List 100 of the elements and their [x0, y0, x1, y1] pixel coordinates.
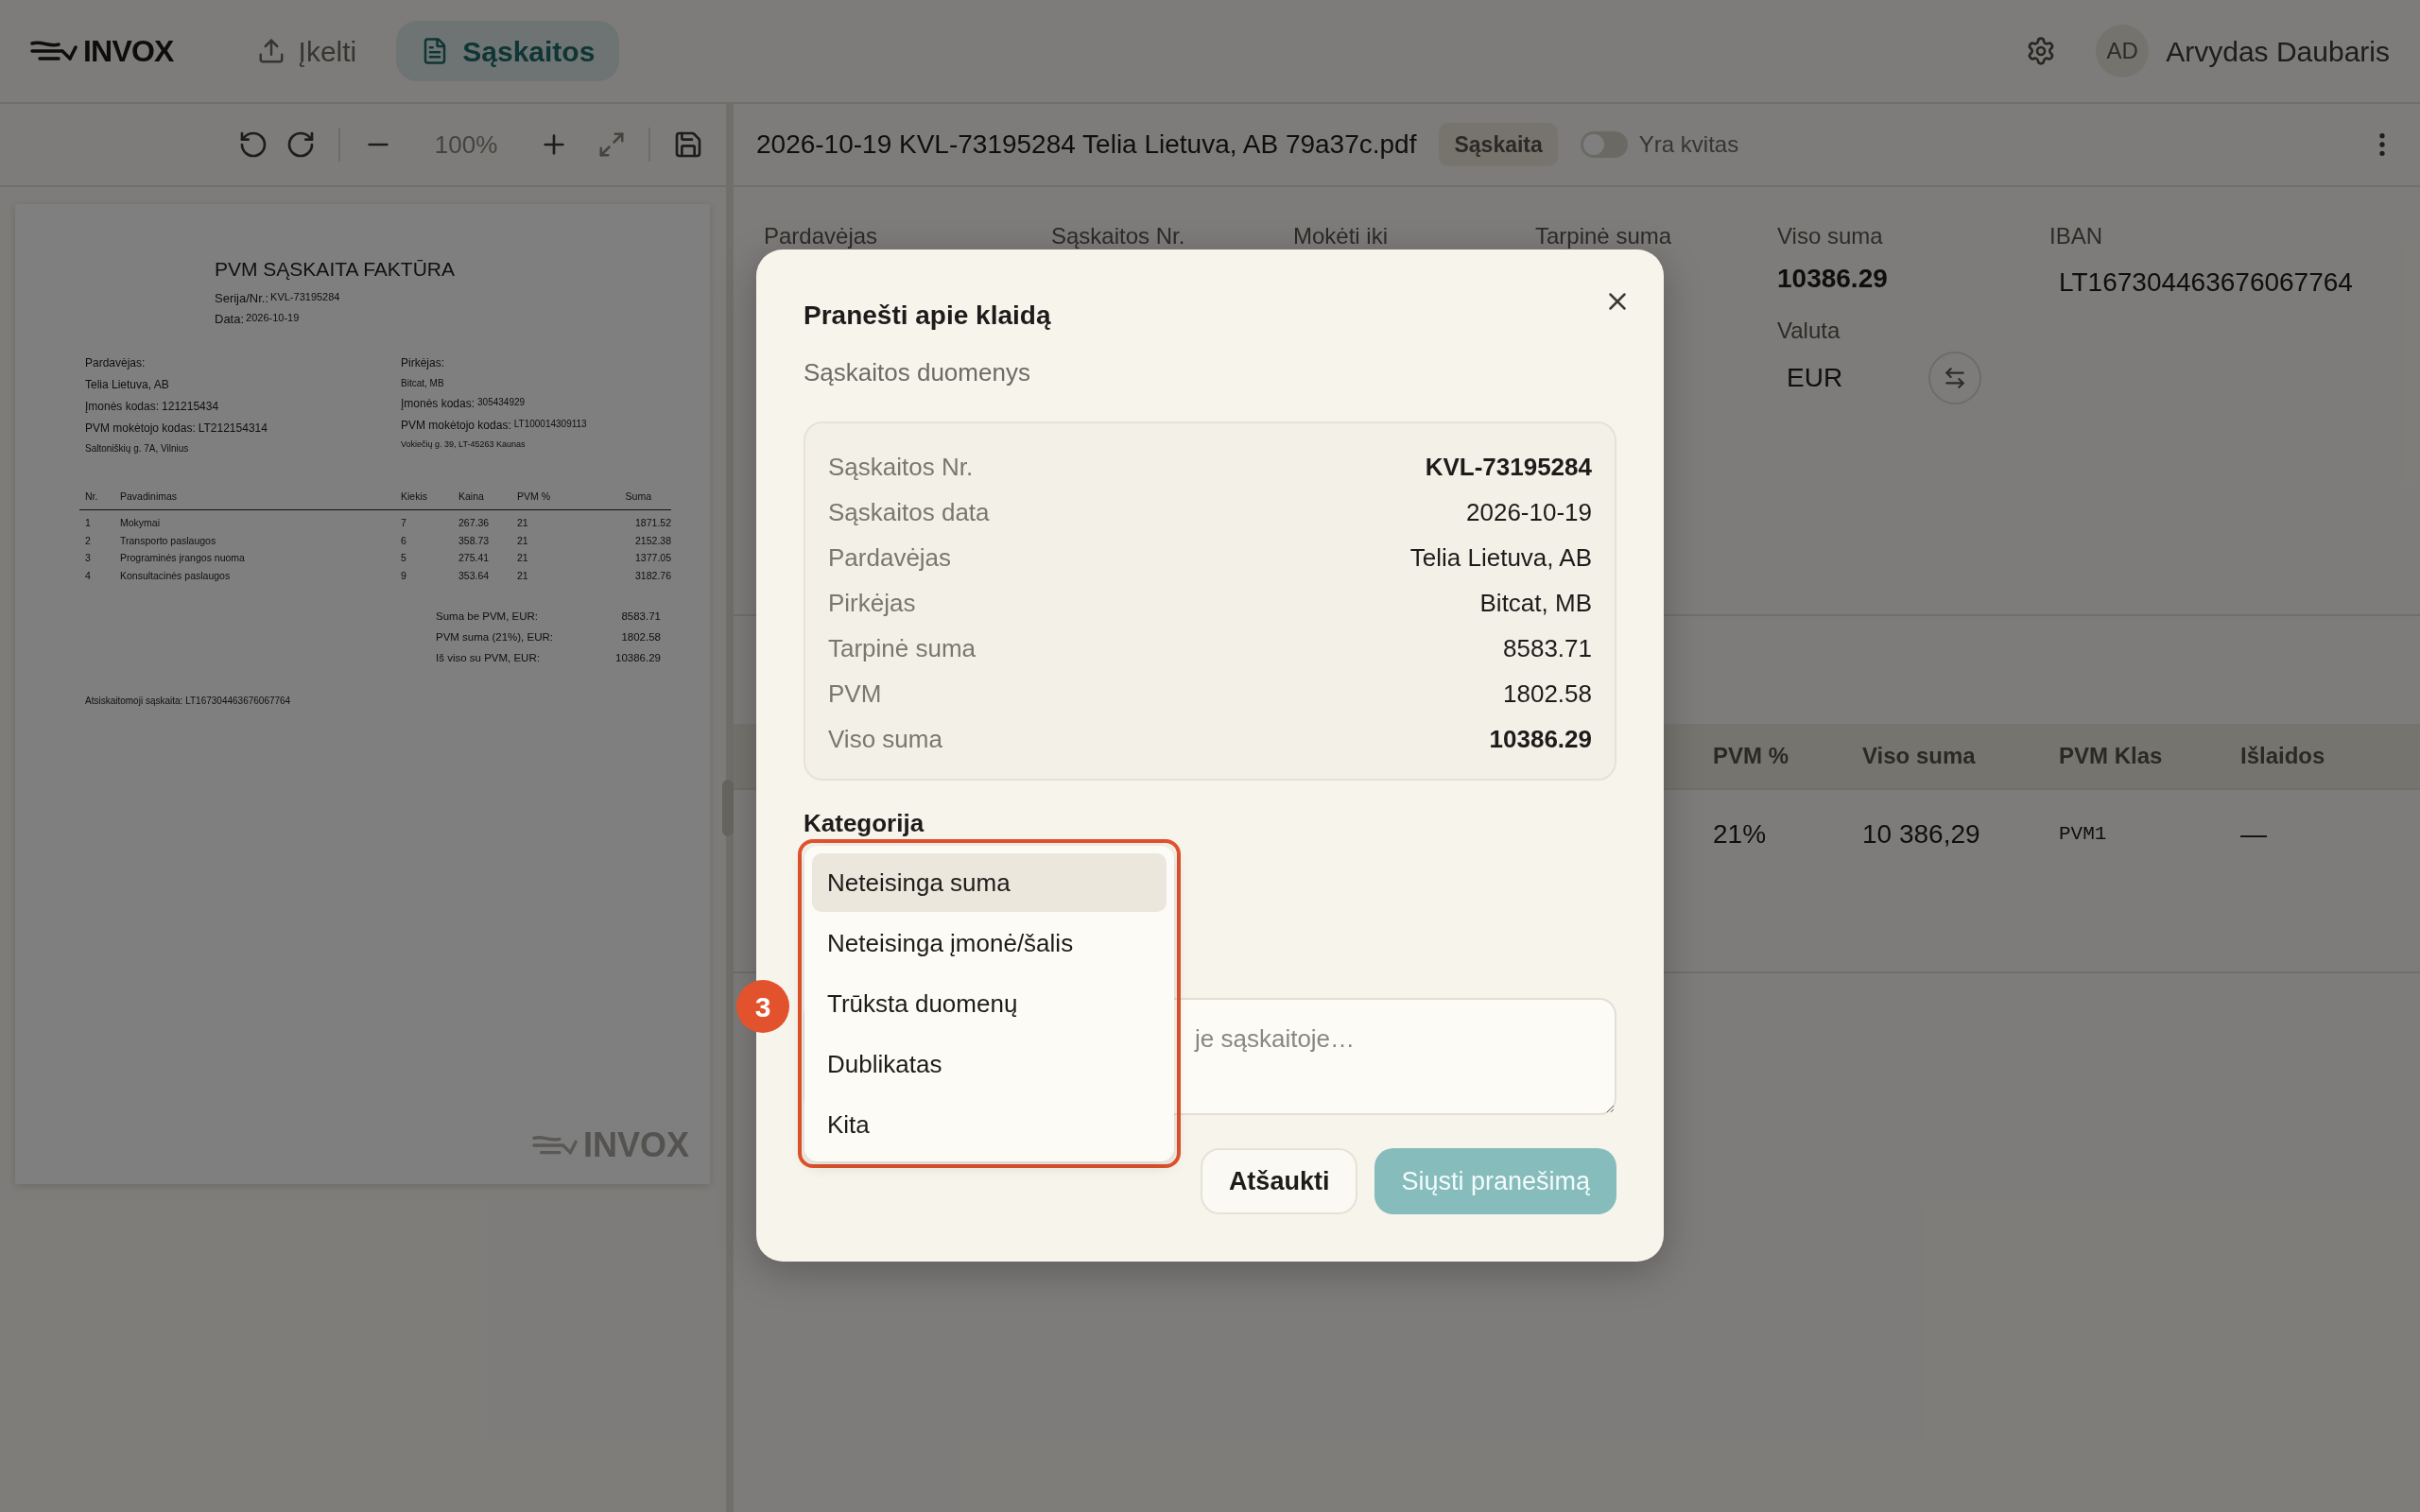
document-cell-text: 1 [85, 515, 92, 530]
table-cell-text: PVM1 [2059, 822, 2108, 848]
document-column-header: Pavadinimas [120, 490, 179, 504]
document-cell-text: 358.73 [458, 533, 491, 548]
document-cell-text: Transporto paslaugos [120, 533, 217, 548]
table-cell-text: 10 386,29 [1862, 818, 1981, 850]
swap-button[interactable] [1928, 352, 1981, 404]
document-column-header: PVM % [517, 490, 551, 504]
total-value: 8583.71 [621, 609, 661, 624]
expand-icon[interactable] [597, 130, 626, 159]
table-cell-text: — [2240, 818, 2268, 850]
detail-value: Bitcat, MB [1479, 587, 1592, 619]
party-address: Vokiečių g. 39, LT-45263 Kaunas [401, 438, 527, 451]
receipt-toggle[interactable] [1580, 131, 1628, 158]
detail-label: Tarpinė suma [828, 632, 977, 664]
field-label: Viso suma [1777, 222, 1884, 250]
total-label: Suma be PVM, EUR: [436, 609, 538, 624]
document-cell-text: 9 [401, 569, 407, 583]
dropdown-option[interactable]: Dublikatas [812, 1035, 1167, 1093]
total-value: 1802.58 [621, 630, 661, 644]
party-label: PVM mokėtojo kodas: [85, 421, 196, 437]
detail-label: Viso suma [828, 723, 942, 755]
detail-value: Telia Lietuva, AB [1409, 541, 1592, 574]
document-cell-text: 21 [517, 569, 529, 583]
document-title: PVM SĄSKAITA FAKTŪRA [215, 257, 456, 282]
meta-label: Serija/Nr.: [215, 290, 269, 307]
document-cell-text: 3 [85, 551, 92, 566]
field-label: Sąskaitos Nr. [1051, 222, 1186, 250]
field-label: IBAN [2049, 222, 2103, 250]
detail-value: 1802.58 [1503, 678, 1592, 710]
dialog-title: Pranešti apie klaidą [804, 300, 1052, 332]
column-header: PVM Klas [2059, 742, 2164, 770]
dialog-subtitle: Sąskaitos duomenys [804, 357, 1031, 387]
currency-field[interactable]: EUR [1777, 358, 1928, 398]
document-cell-text: Konsultacinės paslaugos [120, 569, 232, 583]
dropdown-option[interactable]: Neteisinga įmonė/šalis [812, 914, 1167, 972]
total-label: PVM suma (21%), EUR: [436, 630, 553, 644]
total-label: Iš viso su PVM, EUR: [436, 651, 540, 666]
field-value: 10386.29 [1777, 263, 1889, 295]
document-column-header: Kaina [458, 490, 485, 504]
table-cell-text: 21% [1713, 818, 1768, 850]
toggle-label: Yra kvitas [1638, 130, 1739, 159]
total-value: 10386.29 [615, 651, 661, 666]
rotate-right-icon[interactable] [285, 129, 316, 160]
detail-value: 8583.71 [1503, 632, 1592, 664]
detail-label: Pardavėjas [828, 541, 952, 574]
detail-label: Pirkėjas [828, 587, 916, 619]
field-label: Pardavėjas [764, 222, 879, 250]
document-cell-text: 4 [85, 569, 92, 583]
document-cell-text: 267.36 [458, 515, 491, 530]
field-label: Tarpinė suma [1535, 222, 1673, 250]
dropdown-option[interactable]: Neteisinga suma [812, 853, 1167, 912]
document-cell-text: 5 [401, 551, 407, 566]
document-cell-text: Programinės įrangos nuoma [120, 551, 246, 566]
document-footer: Atsiskaitomoji sąskaita: LT167304463676067764 [85, 693, 710, 708]
field-label: Mokėti iki [1293, 222, 1390, 250]
detail-label: Sąskaitos Nr. [828, 451, 974, 483]
document-cell-text: 2 [85, 533, 92, 548]
document-cell-text: 3182.76 [634, 569, 671, 583]
rotate-left-icon[interactable] [238, 129, 268, 160]
document-column-header: Nr. [85, 490, 99, 504]
cancel-button[interactable]: Atšaukti [1200, 1148, 1358, 1214]
logo-icon [30, 40, 78, 62]
document-cell-text: 1871.52 [634, 515, 671, 530]
party-value: 121215434 [162, 399, 219, 415]
file-name: 2026-10-19 KVL-73195284 Telia Lietuva, AB 79a37c.pdf [756, 129, 1417, 161]
meta-value: 2026-10-19 [246, 310, 300, 325]
party-address: Saltoniškių g. 7A, Vilnius [85, 442, 190, 455]
document-cell-text: 353.64 [458, 569, 491, 583]
detail-value: 2026-10-19 [1466, 496, 1592, 528]
document-column-header: Kiekis [401, 490, 428, 504]
detail-value: 10386.29 [1489, 723, 1592, 755]
party-label: Įmonės kodas: [401, 396, 475, 412]
party-value: 305434929 [477, 396, 526, 409]
meta-value: KVL-73195284 [270, 290, 340, 304]
zoom-level: 100% [433, 129, 499, 161]
swap-icon [1943, 366, 1967, 390]
column-header: Išlaidos [2240, 742, 2326, 770]
document-cell-text: 275.41 [458, 551, 491, 566]
field-value: LT167304463676067764 [2058, 266, 2354, 299]
step-marker: 3 [736, 980, 789, 1033]
document-cell-text: 7 [401, 515, 407, 530]
splitter-handle[interactable] [722, 780, 734, 836]
field-label: Kategorija [804, 808, 925, 839]
document-column-header: Suma [624, 490, 652, 504]
logo-text: INVOX [83, 33, 174, 70]
document-cell-text: 21 [517, 533, 529, 548]
logo-icon [531, 1134, 578, 1157]
party-label: PVM mokėtojo kodas: [401, 418, 511, 434]
column-header: Viso suma [1862, 742, 1977, 770]
save-icon[interactable] [673, 129, 703, 160]
document-cell-text: 2152.38 [634, 533, 671, 548]
detail-label: PVM [828, 678, 882, 710]
party-name: Bitcat, MB [401, 377, 445, 390]
party-heading: Pirkėjas: [401, 355, 445, 371]
party-heading: Pardavėjas: [85, 355, 147, 371]
party-name: Telia Lietuva, AB [85, 377, 170, 393]
document-cell-text: 21 [517, 551, 529, 566]
meta-label: Data: [215, 310, 245, 328]
party-label: Įmonės kodas: [85, 399, 160, 415]
